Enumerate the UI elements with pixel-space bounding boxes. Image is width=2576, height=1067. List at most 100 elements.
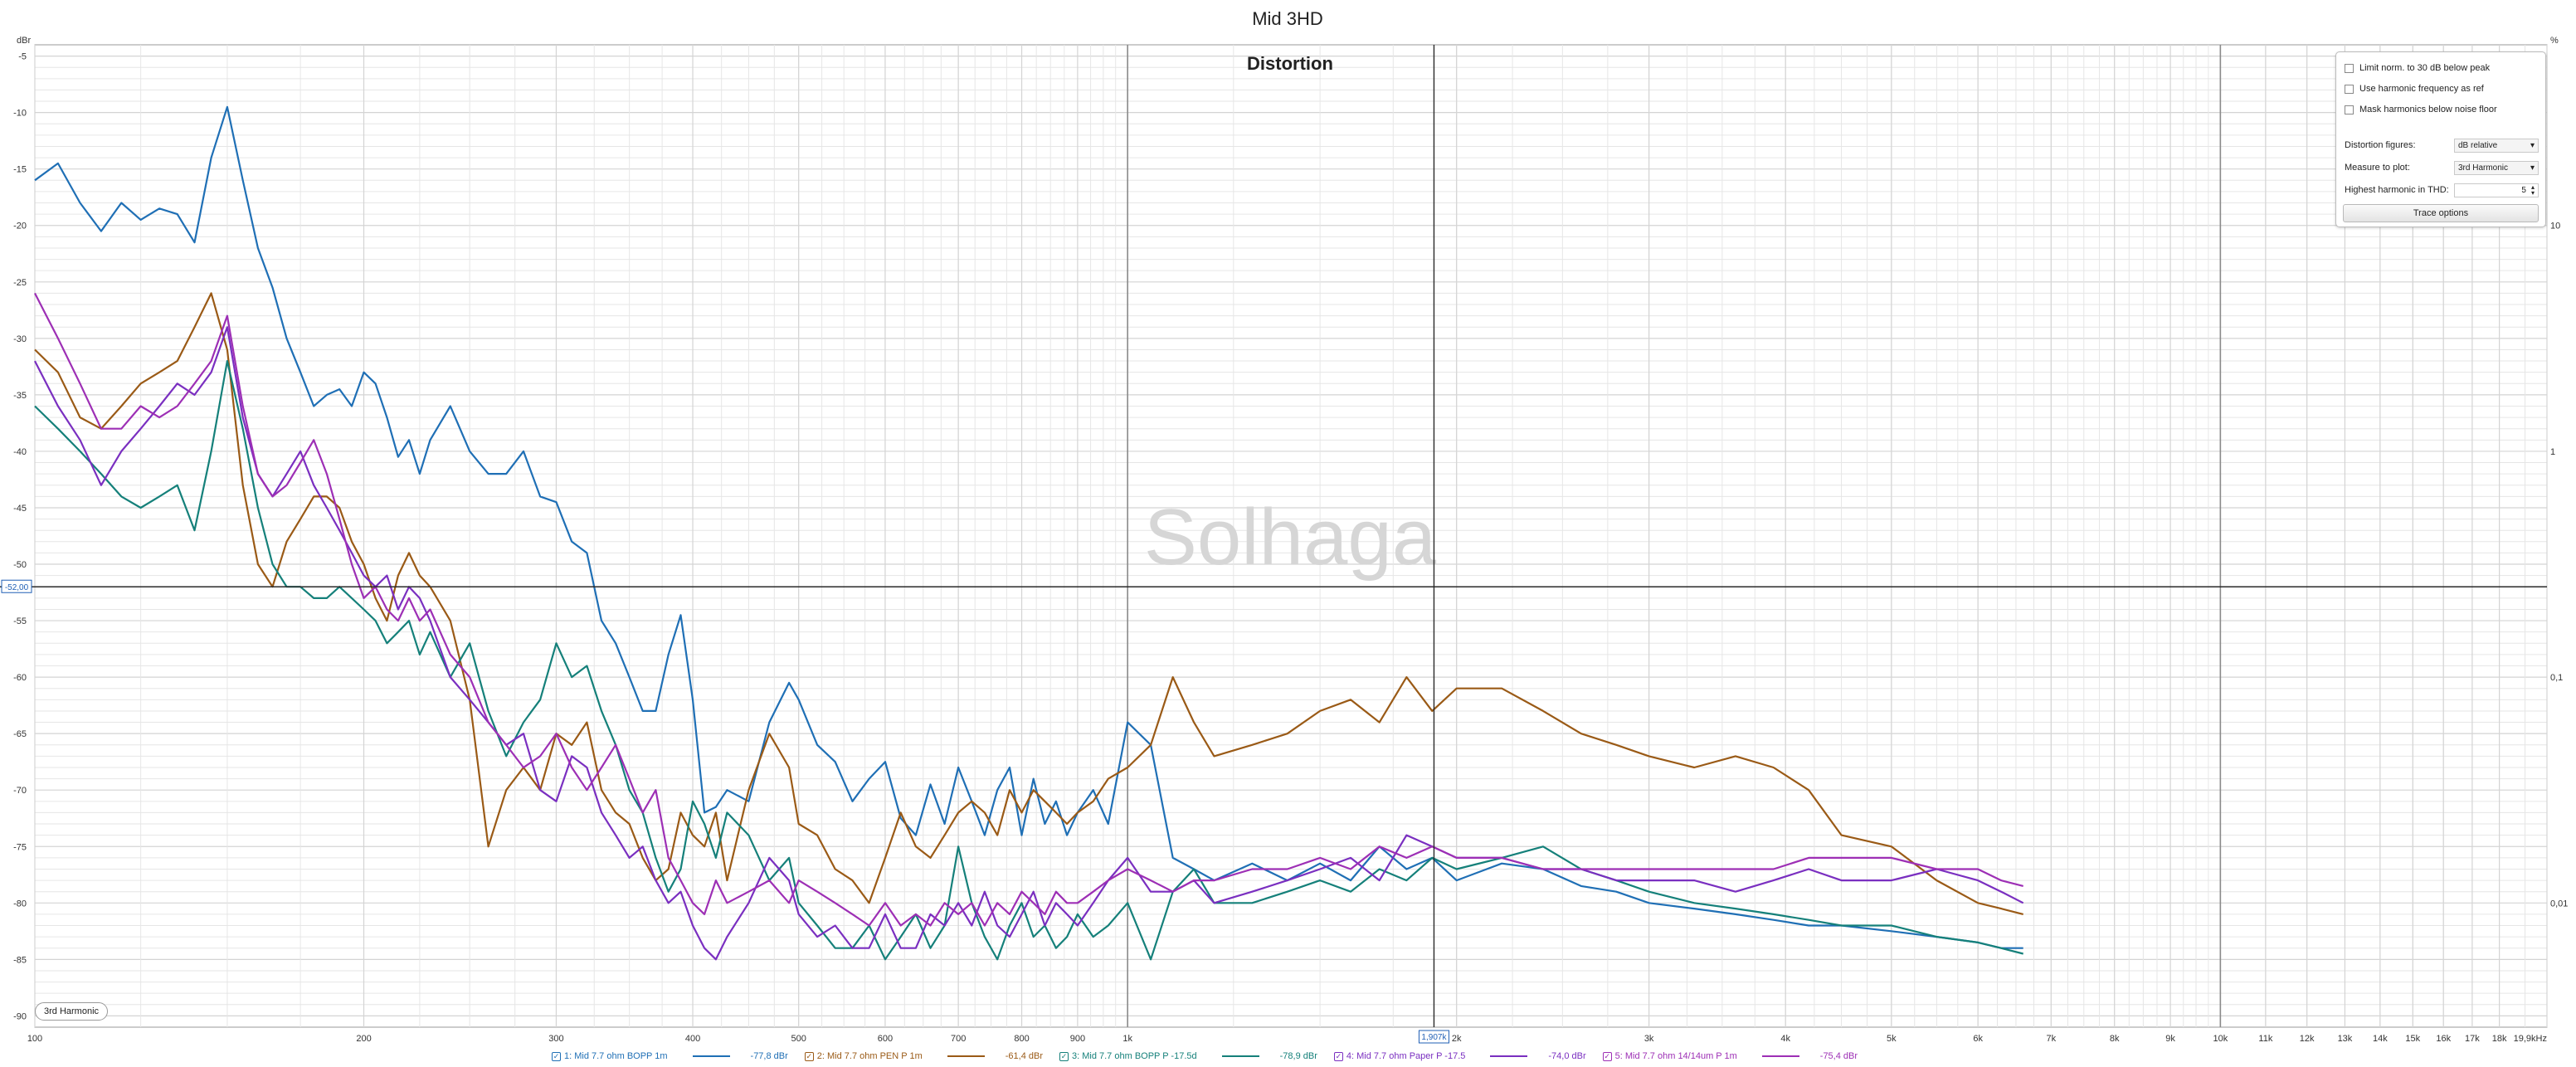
- series-line: [34, 105, 2023, 949]
- legend-series-name: 3: Mid 7.7 ohm BOPP P -17.5d: [1072, 1051, 1197, 1061]
- legend-checkbox[interactable]: ✓: [804, 1051, 814, 1061]
- legend: ✓ 1: Mid 7.7 ohm BOPP 1m -77,8 dBr ✓ 2: Mid …: [552, 1048, 1874, 1065]
- y-tick-label: -10: [13, 109, 27, 119]
- harmonic-badge-label: 3rd Harmonic: [44, 1006, 100, 1016]
- legend-item[interactable]: ✓ 1: Mid 7.7 ohm BOPP 1m -77,8 dBr: [552, 1051, 788, 1061]
- harmonic-badge[interactable]: 3rd Harmonic: [35, 1002, 109, 1021]
- highest-harmonic-row: Highest harmonic in THD: 5 ▴ ▾: [2345, 181, 2539, 199]
- y-tick-label: -65: [13, 729, 27, 739]
- y-tick-label: -45: [13, 504, 27, 514]
- checkbox-box[interactable]: [2345, 105, 2354, 114]
- legend-checkbox[interactable]: ✓: [1602, 1051, 1612, 1061]
- legend-checkbox[interactable]: ✓: [1333, 1051, 1343, 1061]
- highest-harmonic-label: Highest harmonic in THD:: [2345, 185, 2449, 195]
- checkbox-box[interactable]: [2345, 84, 2354, 94]
- x-tick-label: 9k: [2165, 1034, 2175, 1044]
- select-value: 3rd Harmonic: [2458, 163, 2509, 173]
- legend-item[interactable]: ✓ 4: Mid 7.7 ohm Paper P -17.5 -74,0 dBr: [1333, 1051, 1586, 1061]
- legend-line-swatch: [692, 1055, 730, 1057]
- spinner-value: 5: [2521, 185, 2526, 195]
- dropdown-arrow-icon: ▾: [2530, 163, 2535, 173]
- y-tick-label: -90: [13, 1011, 27, 1021]
- y2-tick-label: 0,1: [2550, 673, 2563, 683]
- spinner-arrows-icon[interactable]: ▴ ▾: [2531, 184, 2535, 197]
- measure-to-plot-select[interactable]: 3rd Harmonic ▾: [2454, 160, 2539, 175]
- x-tick-label: 500: [791, 1034, 806, 1044]
- legend-line-swatch: [947, 1055, 985, 1057]
- distortion-chart: -5 -10 -15 -20 -25 -30 -35 -40 -45 -50 -55 -60 -65 -7…: [0, 8, 2568, 1044]
- limit-norm-checkbox[interactable]: Limit norm. to 30 dB below peak: [2345, 61, 2490, 76]
- x-tick-label: 100: [27, 1034, 42, 1044]
- distortion-figures-label: Distortion figures:: [2345, 140, 2416, 150]
- series: [34, 105, 2024, 961]
- legend-item[interactable]: ✓ 5: Mid 7.7 ohm 14/14um P 1m -75,4 dBr: [1602, 1051, 1858, 1061]
- legend-value: -75,4 dBr: [1819, 1051, 1858, 1061]
- y-tick-label: -70: [13, 786, 27, 796]
- y-tick-label: -35: [13, 391, 27, 401]
- legend-item[interactable]: ✓ 3: Mid 7.7 ohm BOPP P -17.5d -78,9 dBr: [1059, 1051, 1317, 1061]
- x-tick-label: 8k: [2110, 1034, 2120, 1044]
- legend-series-name: 2: Mid 7.7 ohm PEN P 1m: [816, 1051, 923, 1061]
- x-tick-label: 5k: [1887, 1034, 1897, 1044]
- y-tick-label: -85: [13, 955, 27, 965]
- x-tick-label: 900: [1070, 1034, 1085, 1044]
- y-tick-label: -5: [18, 52, 27, 62]
- x-tick-label: 1k: [1122, 1034, 1132, 1044]
- x-tick-label: 300: [548, 1034, 563, 1044]
- cursor-y-label: -52,00: [5, 583, 29, 592]
- mask-harmonics-checkbox[interactable]: Mask harmonics below noise floor: [2345, 102, 2497, 117]
- measure-to-plot-label: Measure to plot:: [2345, 163, 2410, 173]
- x-tick-label: 19,9kHz: [2514, 1034, 2547, 1044]
- x-tick-label: 400: [685, 1034, 700, 1044]
- x-tick-label: 10k: [2213, 1034, 2228, 1044]
- x-tick-label: 800: [1014, 1034, 1029, 1044]
- distortion-options-panel: Limit norm. to 30 dB below peak Use harm…: [2335, 51, 2546, 227]
- x-tick-label: 16k: [2436, 1034, 2451, 1044]
- y2-tick-label: 10: [2550, 222, 2560, 231]
- y-tick-label: -50: [13, 560, 27, 570]
- legend-line-swatch: [1490, 1055, 1528, 1057]
- y-tick-label: -40: [13, 447, 27, 457]
- x-tick-label: 2k: [1452, 1034, 1462, 1044]
- x-tick-label: 13k: [2338, 1034, 2353, 1044]
- checkbox-label: Mask harmonics below noise floor: [2359, 105, 2497, 114]
- highest-harmonic-spinner[interactable]: 5 ▴ ▾: [2454, 183, 2539, 197]
- legend-checkbox[interactable]: ✓: [1059, 1051, 1069, 1061]
- select-value: dB relative: [2458, 140, 2498, 150]
- x-tick-label: 14k: [2373, 1034, 2388, 1044]
- dropdown-arrow-icon: ▾: [2530, 140, 2535, 150]
- distortion-figures-row: Distortion figures: dB relative ▾: [2345, 136, 2539, 154]
- x-tick-label: 6k: [1973, 1034, 1983, 1044]
- x-tick-label: 700: [951, 1034, 966, 1044]
- y-unit-label: dBr: [17, 36, 31, 46]
- legend-series-name: 5: Mid 7.7 ohm 14/14um P 1m: [1614, 1051, 1737, 1061]
- checkbox-label: Limit norm. to 30 dB below peak: [2359, 63, 2491, 73]
- legend-series-name: 4: Mid 7.7 ohm Paper P -17.5: [1346, 1051, 1466, 1061]
- x-tick-label: 200: [356, 1034, 371, 1044]
- y-tick-label: -75: [13, 842, 27, 852]
- x-tick-label: 17k: [2465, 1034, 2480, 1044]
- x-tick-label: 11k: [2258, 1034, 2272, 1044]
- use-harmonic-frequency-checkbox[interactable]: Use harmonic frequency as ref: [2345, 81, 2484, 96]
- distortion-figures-select[interactable]: dB relative ▾: [2454, 138, 2539, 153]
- y2-tick-label: 0,01: [2550, 899, 2568, 909]
- y-tick-label: -55: [13, 616, 27, 626]
- legend-line-swatch: [1761, 1055, 1799, 1057]
- trace-options-label: Trace options: [2413, 208, 2469, 218]
- y-tick-label: -25: [13, 278, 27, 288]
- legend-series-name: 1: Mid 7.7 ohm BOPP 1m: [564, 1051, 668, 1061]
- legend-value: -77,8 dBr: [750, 1051, 788, 1061]
- checkbox-box[interactable]: [2345, 63, 2354, 73]
- x-tick-label: 600: [878, 1034, 893, 1044]
- x-tick-label: 3k: [1644, 1034, 1654, 1044]
- trace-options-button[interactable]: Trace options: [2343, 204, 2539, 222]
- legend-value: -74,0 dBr: [1548, 1051, 1586, 1061]
- legend-checkbox[interactable]: ✓: [552, 1051, 561, 1061]
- watermark: Solhaga: [1144, 493, 1437, 582]
- window-title: Mid 3HD: [1252, 8, 1323, 29]
- legend-item[interactable]: ✓ 2: Mid 7.7 ohm PEN P 1m -61,4 dBr: [804, 1051, 1043, 1061]
- y-tick-label: -15: [13, 165, 27, 175]
- measure-to-plot-row: Measure to plot: 3rd Harmonic ▾: [2345, 158, 2539, 177]
- y-tick-label: -30: [13, 334, 27, 344]
- x-tick-label: 15k: [2405, 1034, 2420, 1044]
